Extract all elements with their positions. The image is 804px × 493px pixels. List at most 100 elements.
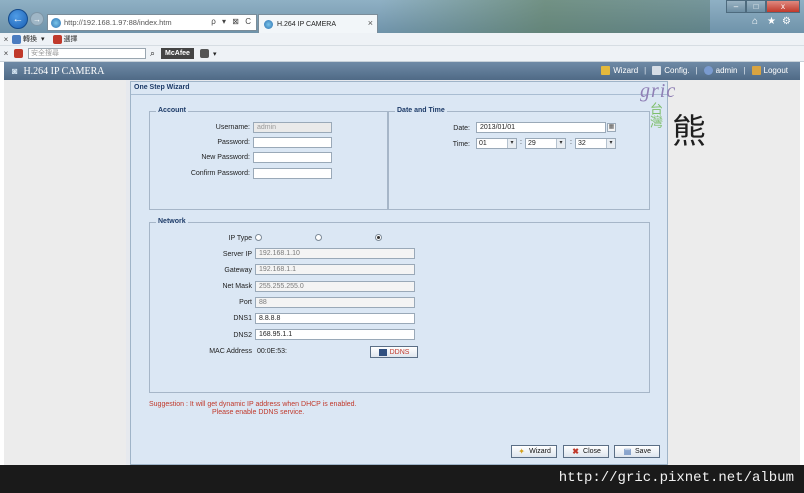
account-legend: Account (156, 107, 188, 114)
ddns-label: DDNS (389, 348, 410, 356)
translate-icon (12, 34, 21, 44)
second-select[interactable]: 32 ▾ (575, 138, 616, 149)
window-close-button[interactable]: x (766, 0, 800, 13)
translate-button[interactable]: 轉換 ▾ (12, 34, 45, 44)
browser-titlebar: ← → http://192.168.1.97:88/index.htm ρ ▾… (0, 0, 804, 33)
select-button[interactable]: 選擇 (52, 34, 78, 44)
server-ip-field[interactable]: 192.168.1.10 (255, 248, 415, 259)
save-button-label: Save (635, 448, 651, 455)
desktop-background (380, 0, 710, 33)
app-header: ◙ H.264 IP CAMERA Wizard | Config. | adm… (4, 62, 800, 80)
password-field[interactable] (253, 137, 332, 148)
wand-icon: ✦ (518, 447, 525, 456)
hour-value: 01 (479, 140, 487, 147)
search-icon[interactable]: ⌕ (150, 48, 155, 59)
confirm-password-field[interactable] (253, 168, 332, 179)
close-icon: ✖ (572, 447, 579, 456)
ddns-button[interactable]: DDNS (370, 346, 418, 358)
nav-wizard[interactable]: Wizard (601, 66, 638, 75)
extension-icon[interactable] (199, 49, 209, 58)
config-icon (652, 66, 662, 75)
safe-search-input[interactable]: 安全搜尋 (28, 48, 146, 59)
chevron-down-icon[interactable]: ▾ (213, 50, 217, 58)
network-legend: Network (156, 218, 188, 225)
forward-button[interactable]: → (30, 12, 44, 26)
chevron-down-icon: ▾ (556, 139, 565, 148)
server-ip-label: Server IP (222, 251, 252, 258)
ip-type-radio-2[interactable] (315, 234, 322, 241)
dns2-field[interactable]: 168.95.1.1 (255, 329, 415, 340)
new-password-label: New Password: (201, 154, 250, 161)
logo-bear: 熊 (672, 112, 706, 152)
address-bar[interactable]: http://192.168.1.97:88/index.htm ρ ▾ ⊠ C (47, 14, 257, 31)
tools-gear-icon[interactable]: ⚙ (782, 16, 791, 27)
nav-logout-label: Logout (763, 66, 788, 75)
tab-close-icon[interactable]: × (368, 18, 373, 28)
dns1-label: DNS1 (233, 315, 252, 322)
ie-icon (51, 17, 61, 28)
date-field[interactable]: 2013/01/01 (476, 122, 606, 133)
address-url[interactable]: http://192.168.1.97:88/index.htm (64, 18, 172, 27)
toolbar-close-icon[interactable]: × (0, 35, 12, 44)
chevron-down-icon: ▾ (507, 139, 516, 148)
netmask-field[interactable]: 255.255.255.0 (255, 281, 415, 292)
ip-type-radio-1[interactable] (255, 234, 262, 241)
nav-user[interactable]: admin (703, 66, 738, 75)
select-icon (52, 34, 62, 44)
camera-icon: ◙ (12, 66, 18, 76)
minute-select[interactable]: 29 ▾ (525, 138, 566, 149)
datetime-legend: Date and Time (395, 107, 447, 114)
mac-value: 00:0E:53: (257, 348, 287, 355)
browser-tab[interactable]: H.264 IP CAMERA × (258, 14, 378, 33)
header-nav: Wizard | Config. | admin | Logout (595, 66, 788, 75)
time-label: Time: (452, 141, 470, 148)
gateway-label: Gateway (224, 267, 252, 274)
tab-title: H.264 IP CAMERA (277, 20, 337, 28)
home-icon[interactable]: ⌂ (752, 16, 758, 27)
watermark-url: http://gric.pixnet.net/album (558, 470, 794, 486)
calendar-icon[interactable]: ▦ (607, 123, 616, 132)
minimize-button[interactable]: – (726, 0, 746, 13)
shield-icon (14, 49, 23, 58)
confirm-password-label: Confirm Password: (190, 170, 250, 177)
wand-icon (601, 66, 611, 75)
nav-user-label: admin (715, 66, 738, 75)
close-button[interactable]: ✖ Close (563, 445, 609, 458)
password-label: Password: (217, 139, 250, 146)
translate-label: 轉換 (23, 36, 37, 43)
user-icon (703, 66, 713, 75)
nav-logout[interactable]: Logout (751, 66, 788, 75)
logout-icon (751, 66, 761, 75)
suggestion-text: Suggestion : It will get dynamic IP addr… (149, 401, 357, 408)
translate-toolbar: × 轉換 ▾ 選擇 (0, 33, 804, 46)
wizard-button[interactable]: ✦ Wizard (511, 445, 557, 458)
username-label: Username: (215, 124, 250, 131)
mac-label: MAC Address (209, 348, 252, 355)
date-label: Date: (453, 125, 470, 132)
dns2-label: DNS2 (233, 332, 252, 339)
wizard-title: One Step Wizard (134, 84, 190, 91)
maximize-button[interactable]: □ (746, 0, 766, 13)
nav-config[interactable]: Config. (652, 66, 690, 75)
address-tools[interactable]: ρ ▾ ⊠ C (211, 17, 253, 26)
dns1-field[interactable]: 8.8.8.8 (255, 313, 415, 324)
divider (131, 94, 667, 95)
tab-ie-icon (264, 19, 273, 29)
close-button-label: Close (583, 448, 601, 455)
toolbar2-close-icon[interactable]: × (0, 49, 12, 58)
favorites-icon[interactable]: ★ (767, 16, 776, 27)
port-field[interactable]: 88 (255, 297, 415, 308)
logo-taiwan: 台灣 (648, 102, 663, 128)
gateway-field[interactable]: 192.168.1.1 (255, 264, 415, 275)
ip-type-radio-3[interactable] (375, 234, 382, 241)
window-controls: – □ x (726, 0, 800, 13)
back-button[interactable]: ← (8, 9, 28, 29)
nav-config-label: Config. (664, 66, 690, 75)
app-title: H.264 IP CAMERA (23, 65, 105, 77)
mcafee-button[interactable]: McAfee (161, 48, 194, 59)
save-button[interactable]: ▤ Save (614, 445, 660, 458)
chevron-down-icon: ▾ (606, 139, 615, 148)
hour-select[interactable]: 01 ▾ (476, 138, 517, 149)
username-field[interactable]: admin (253, 122, 332, 133)
new-password-field[interactable] (253, 152, 332, 163)
